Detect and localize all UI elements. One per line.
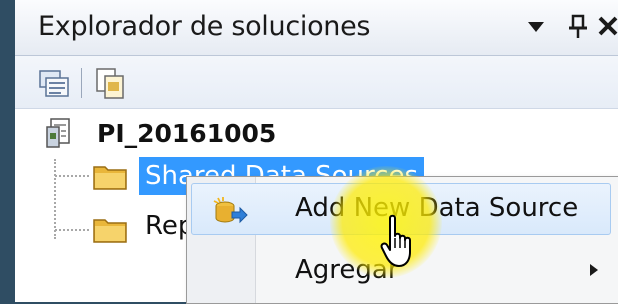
hand-cursor-icon [380,214,411,267]
properties-icon[interactable] [37,66,71,100]
tree-guide-line [54,159,56,239]
folder-icon [93,219,127,243]
dropdown-arrow-icon[interactable] [523,12,549,40]
toolbar-separator [81,68,82,98]
tree-root-label: PI_20161005 [97,119,277,148]
tree-guide-line [55,175,89,177]
report-project-icon [46,118,70,148]
folder-icon [93,166,127,190]
pin-icon[interactable] [565,12,591,40]
tree-guide-line [55,229,89,231]
panel-titlebar: Explorador de soluciones [15,0,618,56]
close-icon[interactable] [595,12,618,40]
show-all-files-icon[interactable] [93,66,127,100]
add-data-source-icon [213,197,248,224]
submenu-arrow-icon [590,264,598,276]
panel-title: Explorador de soluciones [38,11,371,42]
panel-toolbar [15,56,618,109]
